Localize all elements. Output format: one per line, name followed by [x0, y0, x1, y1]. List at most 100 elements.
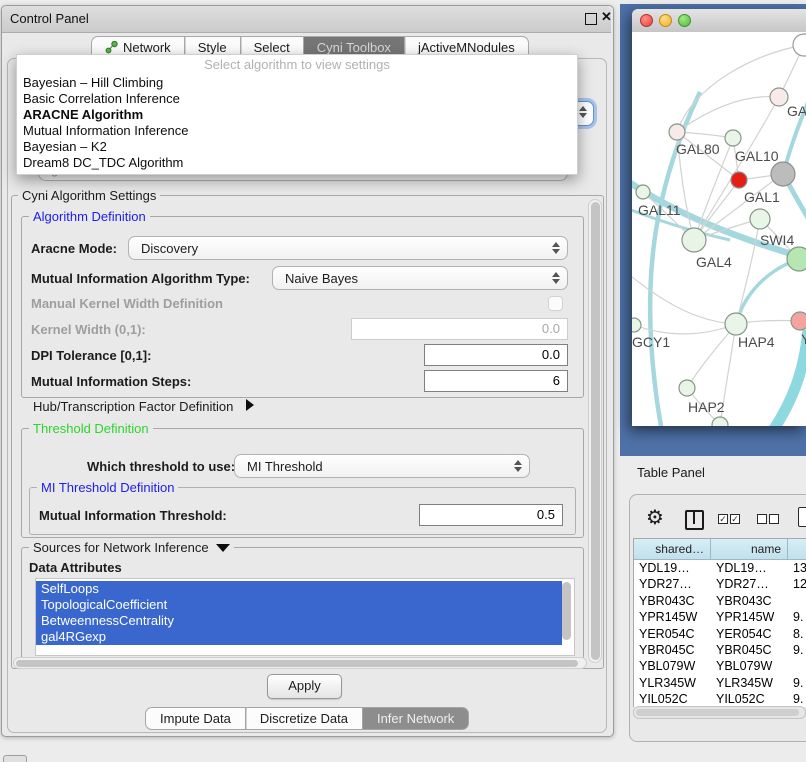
node-gal11[interactable] [636, 185, 650, 199]
dpi-tolerance-field[interactable]: 0.0 [424, 344, 568, 366]
menu-item-basic-correlation[interactable]: Basic Correlation Inference [17, 91, 577, 107]
column-header-shared-name[interactable]: shared… [634, 539, 711, 560]
collapsed-panel-button[interactable] [3, 755, 27, 762]
settings-group-title: Cyni Algorithm Settings [18, 188, 160, 203]
list-scrollbar-thumb[interactable] [562, 582, 571, 640]
menu-item-aracne[interactable]: ARACNE Algorithm [17, 107, 577, 123]
scrollbar-thumb[interactable] [636, 709, 799, 716]
node-unlabeled[interactable] [793, 34, 806, 56]
menu-item-bayesian-k2[interactable]: Bayesian – K2 [17, 139, 577, 155]
node-gcy1[interactable] [632, 318, 641, 332]
list-item-selfloops[interactable]: SelfLoops [36, 581, 562, 597]
popup-prompt: Select algorithm to view settings [17, 55, 577, 75]
control-panel-titlebar[interactable] [2, 6, 611, 33]
manual-kernel-width-checkbox[interactable] [548, 296, 563, 311]
svg-text:GAL80: GAL80 [676, 141, 720, 157]
select-all-columns-icon[interactable]: ✓✓ [718, 514, 740, 524]
scrollbar-thumb[interactable] [16, 660, 578, 667]
svg-text:GAL: GAL [787, 103, 806, 119]
node-gal80[interactable] [669, 124, 685, 140]
data-attributes-label: Data Attributes [29, 560, 122, 575]
network-canvas[interactable]: GAL GAL80 GAL10 GAL1 GAL11 SWI4 GAL4 GCY… [632, 32, 806, 426]
menu-item-bayesian-hill-climbing[interactable]: Bayesian – Hill Climbing [17, 75, 577, 91]
svg-text:GAL1: GAL1 [744, 189, 780, 205]
column-header-name[interactable]: name [711, 539, 788, 560]
node-gal1[interactable] [750, 209, 770, 229]
svg-text:SWI4: SWI4 [760, 232, 794, 248]
mi-threshold-field[interactable]: 0.5 [419, 504, 563, 526]
svg-text:GAL10: GAL10 [735, 148, 779, 164]
node-gray[interactable] [771, 162, 795, 186]
apply-button[interactable]: Apply [267, 674, 342, 699]
table-header-row: shared… name [634, 539, 806, 560]
node-red[interactable] [731, 172, 747, 188]
node-hap4[interactable] [725, 313, 747, 335]
table-row[interactable]: YPR145WYPR145W9. [634, 609, 806, 625]
mi-threshold-group-title: MI Threshold Definition [37, 480, 178, 495]
control-panel-title: Control Panel [10, 11, 89, 26]
combo-arrows-icon [548, 272, 564, 284]
mac-zoom-button[interactable] [678, 14, 691, 27]
list-item-gal4rgexp[interactable]: gal4RGexp [36, 629, 562, 645]
mi-algorithm-type-combobox[interactable]: Naive Bayes [272, 266, 568, 290]
scrollbar-thumb[interactable] [591, 202, 600, 660]
collapse-down-icon [216, 544, 230, 552]
node-gal10[interactable] [725, 130, 741, 146]
svg-text:GAL11: GAL11 [638, 202, 681, 218]
menu-item-mutual-information[interactable]: Mutual Information Inference [17, 123, 577, 139]
deselect-all-columns-icon[interactable] [757, 514, 779, 524]
node-gal[interactable] [770, 88, 788, 106]
node-labels: GAL GAL80 GAL10 GAL1 GAL11 SWI4 GAL4 GCY… [632, 103, 806, 415]
kernel-width-label: Kernel Width (0,1): [31, 322, 146, 337]
columns-icon[interactable] [685, 510, 704, 530]
mi-steps-label: Mutual Information Steps: [31, 374, 191, 389]
threshold-definition-title: Threshold Definition [29, 421, 153, 436]
aracne-mode-combobox[interactable]: Discovery [128, 236, 568, 260]
float-window-icon[interactable] [585, 13, 597, 25]
svg-text:Y: Y [801, 331, 806, 347]
combo-arrows-icon [548, 242, 564, 254]
tab-infer-network[interactable]: Infer Network [363, 707, 469, 730]
svg-text:GAL4: GAL4 [696, 254, 732, 270]
table-row[interactable]: YBL079WYBL079W [634, 658, 806, 674]
sources-group-header[interactable]: Sources for Network Inference [29, 540, 234, 555]
which-threshold-combobox[interactable]: MI Threshold [234, 454, 530, 478]
list-item-betweennesscentrality[interactable]: BetweennessCentrality [36, 613, 562, 629]
mac-close-button[interactable] [640, 14, 653, 27]
mac-minimize-button[interactable] [659, 14, 672, 27]
node-table[interactable]: shared… name YDL19…YDL19…13 YDR27…YDR27…… [633, 538, 806, 707]
mi-threshold-label: Mutual Information Threshold: [39, 508, 227, 523]
data-attributes-list[interactable]: SelfLoops TopologicalCoefficient Between… [35, 578, 575, 656]
node-salmon[interactable] [791, 312, 806, 330]
list-item-topologicalcoefficient[interactable]: TopologicalCoefficient [36, 597, 562, 613]
table-row[interactable]: YBR043CYBR043C [634, 593, 806, 609]
table-row[interactable]: YIL052CYIL052C9. [634, 691, 806, 707]
kernel-width-field[interactable]: 0.0 [351, 318, 568, 340]
close-icon[interactable]: ✕ [601, 9, 612, 25]
table-row[interactable]: YER054CYER054C8. [634, 626, 806, 642]
function-builder-icon[interactable] [798, 507, 806, 527]
table-row[interactable]: YDL19…YDL19…13 [634, 560, 806, 576]
node-gal4[interactable] [682, 228, 706, 252]
settings-vertical-scrollbar[interactable] [588, 199, 602, 663]
table-panel-title: Table Panel [637, 465, 705, 480]
table-row[interactable]: YLR345WYLR345W9. [634, 675, 806, 691]
node-swi4[interactable] [787, 247, 806, 271]
bottom-tabbar: Impute Data Discretize Data Infer Networ… [145, 707, 469, 730]
mi-steps-field[interactable]: 6 [424, 370, 568, 392]
node-hap2[interactable] [679, 380, 695, 396]
node-bottom[interactable] [712, 417, 728, 426]
column-header-cut[interactable] [788, 539, 806, 560]
gear-icon[interactable]: ⚙ [646, 505, 664, 529]
svg-text:GCY1: GCY1 [632, 334, 670, 350]
table-horizontal-scrollbar[interactable] [633, 706, 806, 719]
tab-impute-data[interactable]: Impute Data [145, 707, 246, 730]
menu-item-dream8[interactable]: Dream8 DC_TDC Algorithm [17, 155, 577, 171]
tab-discretize-data[interactable]: Discretize Data [246, 707, 363, 730]
settings-horizontal-scrollbar[interactable] [13, 657, 587, 669]
which-threshold-label: Which threshold to use: [87, 459, 235, 474]
hub-definition-expander[interactable]: Hub/Transcription Factor Definition [33, 399, 254, 414]
table-row[interactable]: YDR27…YDR27…12 [634, 576, 806, 592]
table-row[interactable]: YBR045CYBR045C9. [634, 642, 806, 658]
algorithm-definition-title: Algorithm Definition [29, 209, 150, 224]
